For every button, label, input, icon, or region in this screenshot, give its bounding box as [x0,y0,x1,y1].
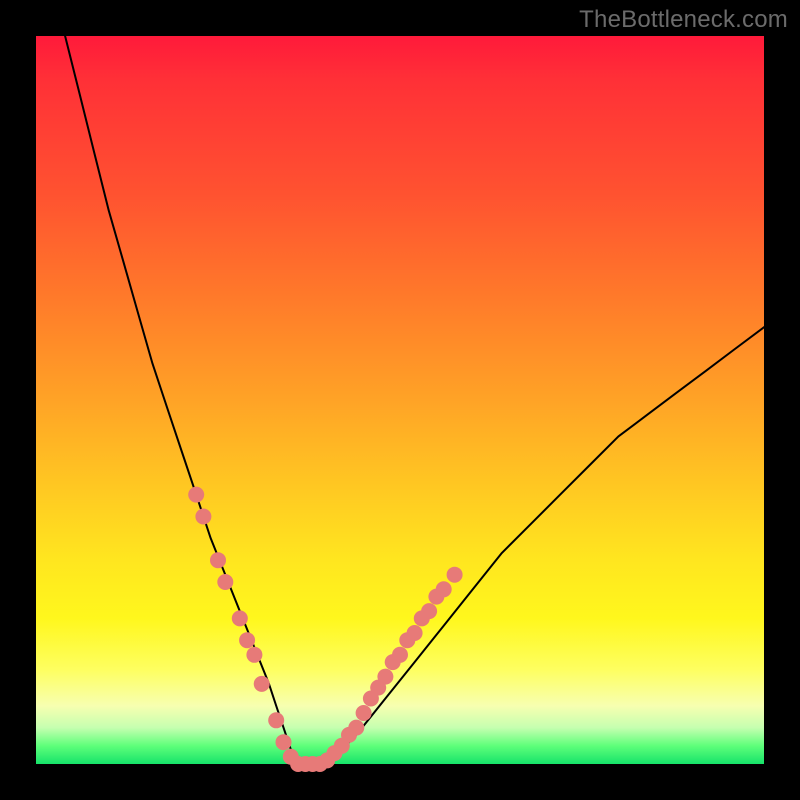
chart-frame: TheBottleneck.com [0,0,800,800]
marker-group [188,487,462,772]
curve-marker [232,610,248,626]
curve-marker [195,509,211,525]
curve-marker [276,734,292,750]
curve-marker [348,720,364,736]
curve-marker [217,574,233,590]
curve-marker [210,552,226,568]
curve-marker [377,669,393,685]
curve-marker [392,647,408,663]
bottleneck-curve [65,36,764,764]
curve-marker [356,705,372,721]
plot-area [36,36,764,764]
curve-svg [36,36,764,764]
watermark-text: TheBottleneck.com [579,6,788,34]
curve-marker [407,625,423,641]
curve-marker [268,712,284,728]
curve-marker [188,487,204,503]
curve-marker [436,581,452,597]
curve-marker [239,632,255,648]
curve-marker [447,567,463,583]
curve-marker [254,676,270,692]
curve-marker [246,647,262,663]
curve-marker [421,603,437,619]
